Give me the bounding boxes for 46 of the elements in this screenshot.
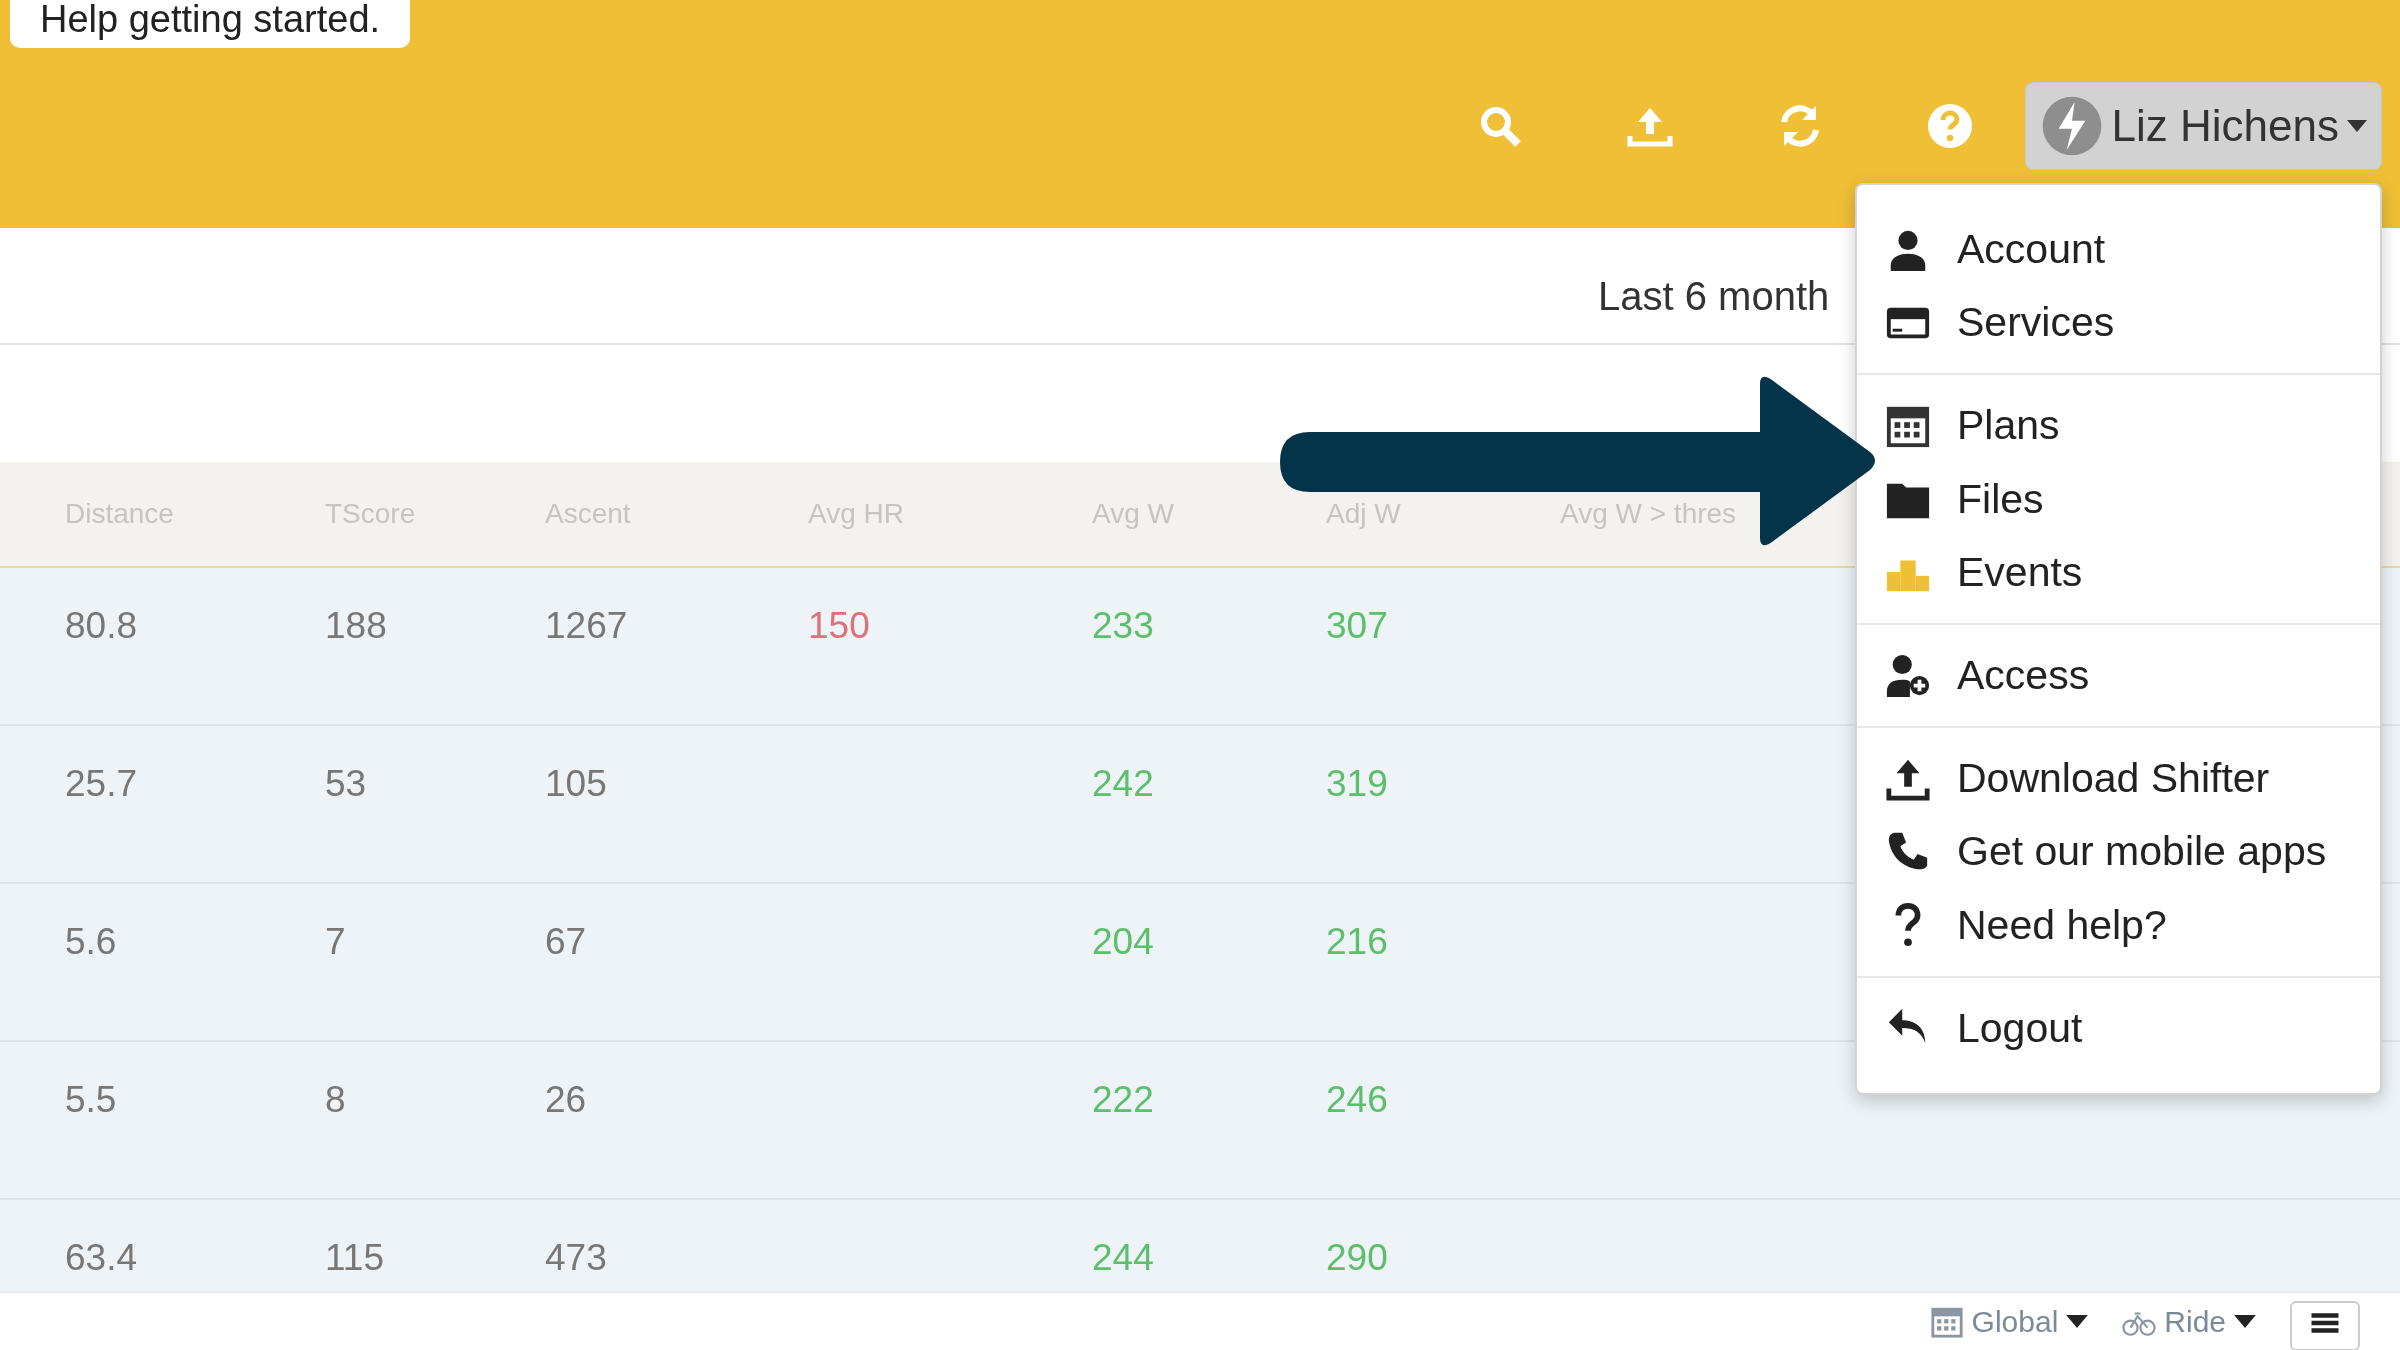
table-cell-text: 473 [545,1236,608,1280]
table-cell-text: 233 [1092,604,1155,648]
menu-item[interactable]: Access [1857,638,2380,713]
table-cell-text: 319 [1326,762,1389,806]
table-cell-text: 105 [545,762,608,806]
menu-item[interactable]: Events [1857,535,2380,609]
table-cell-text: 242 [1092,762,1155,806]
table-cell-text: 8 [325,1078,347,1122]
table-cell-text: 5.6 [65,920,118,964]
caret-icon [2066,1315,2089,1328]
caret-icon [2347,120,2367,132]
help-icon [1925,102,1974,150]
table-cell-text: 115 [325,1236,385,1280]
table-cell-text: 216 [1326,920,1389,964]
menu-item[interactable]: Account [1857,213,2380,287]
table-cell-text: 5.5 [65,1078,118,1122]
menu-item[interactable]: Plans [1857,389,2380,463]
filter-dropdown[interactable]: Global [1929,1304,2089,1339]
menu-item[interactable]: Need help? [1857,888,2380,962]
filter-dropdown[interactable]: Ride [2122,1304,2256,1339]
list-view-button[interactable] [2290,1300,2360,1350]
menu-item[interactable]: Services [1857,286,2380,360]
caret-icon [2234,1315,2256,1328]
table-cell-text: 244 [1092,1236,1155,1280]
table-cell-text: 150 [808,604,871,648]
user-menu-button[interactable]: Liz Hichens [2024,82,2382,170]
table-cell-text: 290 [1326,1236,1389,1280]
table-cell-text: 1267 [545,604,629,648]
table-cell-text: 204 [1092,920,1155,964]
table-cell-text: 63.4 [65,1236,138,1280]
table-cell-text: 222 [1092,1078,1155,1122]
menu-item[interactable]: Files [1857,462,2380,536]
table-cell-text: 80.8 [65,604,138,648]
table-cell-text: 307 [1326,604,1389,648]
menu-item[interactable]: Download Shifter [1857,742,2380,816]
person-add-icon [1885,652,1931,699]
table-cell-text: 25.7 [65,762,138,806]
table-cell-text: 26 [545,1078,588,1122]
table-cell-text: 188 [325,604,388,648]
table-cell-text: 7 [325,920,347,964]
menu-item[interactable]: Get our mobile apps [1857,815,2380,889]
menu-item[interactable]: Logout [1857,991,2380,1065]
help-tooltip: Help getting started. [10,0,411,48]
table-cell-text: 246 [1326,1078,1389,1122]
table-cell-text: 53 [325,762,368,806]
table-cell-text: 67 [545,920,588,964]
